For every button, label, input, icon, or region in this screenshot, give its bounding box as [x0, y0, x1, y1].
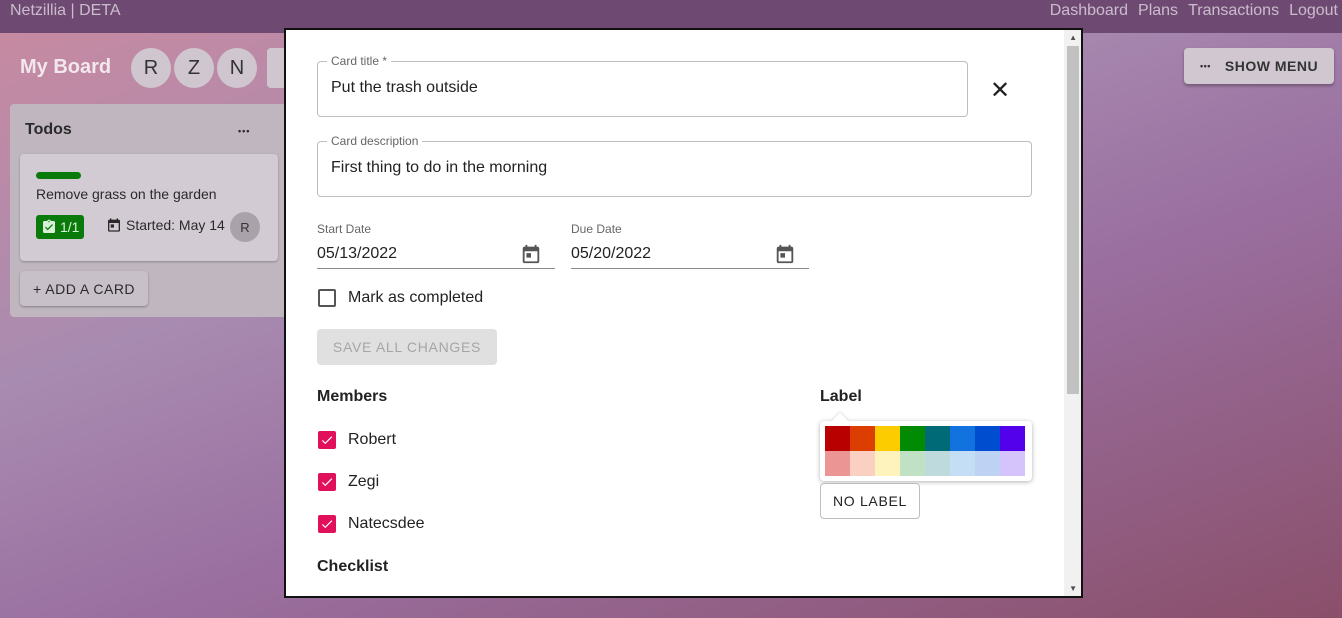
member-avatar[interactable]: R [131, 48, 171, 88]
strong-color-swatch-2[interactable] [875, 426, 900, 451]
brand-name[interactable]: Netzillia | DETA [10, 2, 121, 20]
light-color-swatch-4[interactable] [925, 451, 950, 476]
strong-color-swatch-1[interactable] [850, 426, 875, 451]
member-row[interactable]: Zegi [318, 473, 379, 491]
scroll-up-arrow-icon[interactable]: ▲ [1069, 33, 1077, 42]
card[interactable]: Remove grass on the garden 1/1 Started: … [20, 154, 278, 261]
card-title-input[interactable]: Put the trash outside [331, 79, 478, 97]
save-all-changes-button[interactable]: SAVE ALL CHANGES [317, 329, 497, 365]
list-title: Todos [25, 121, 72, 138]
strong-color-swatch-6[interactable] [975, 426, 1000, 451]
start-date-field[interactable]: 05/13/2022 [317, 239, 555, 269]
due-date-value[interactable]: 05/20/2022 [571, 245, 651, 263]
due-date-label: Due Date [571, 222, 622, 236]
nav-dashboard[interactable]: Dashboard [1050, 2, 1128, 20]
light-color-swatch-6[interactable] [975, 451, 1000, 476]
member-row[interactable]: Robert [318, 431, 396, 449]
strong-color-swatch-5[interactable] [950, 426, 975, 451]
card-description-legend: Card description [327, 134, 423, 148]
member-checkbox-natecsdee[interactable] [318, 515, 336, 533]
mark-completed-label: Mark as completed [348, 289, 484, 306]
light-color-swatch-5[interactable] [950, 451, 975, 476]
member-avatar[interactable]: N [217, 48, 257, 88]
due-date-field[interactable]: 05/20/2022 [571, 239, 809, 269]
checklist-badge: 1/1 [36, 215, 85, 239]
light-color-swatch-7[interactable] [1000, 451, 1025, 476]
mark-completed-checkbox[interactable] [318, 289, 336, 307]
start-date-value[interactable]: 05/13/2022 [317, 245, 397, 263]
strong-colors-row [825, 426, 1027, 451]
light-colors-row [825, 451, 1027, 476]
strong-color-swatch-4[interactable] [925, 426, 950, 451]
member-row[interactable]: Natecsdee [318, 515, 425, 533]
card-title-legend: Card title * [327, 54, 392, 68]
board-title: My Board [20, 56, 112, 78]
main-nav: Dashboard Plans Transactions Logout [1050, 2, 1338, 20]
add-card-button[interactable]: + ADD A CARD [20, 271, 148, 306]
checkmark-icon [321, 436, 333, 445]
card-title-field[interactable]: Card title * Put the trash outside [317, 54, 968, 117]
checklist-heading: Checklist [317, 558, 389, 575]
close-icon[interactable]: ✕ [990, 76, 1010, 105]
member-name: Natecsdee [348, 515, 425, 532]
started-text: Started: May 14 [126, 217, 225, 233]
calendar-icon[interactable] [520, 243, 542, 265]
card-edit-dialog: ▲ ▼ Card title * Put the trash outside ✕… [284, 28, 1083, 598]
checklist-count: 1/1 [60, 219, 80, 235]
card-label-bar [36, 172, 81, 179]
members-heading: Members [317, 388, 388, 405]
list-todos: Todos ••• Remove grass on the garden 1/1… [10, 104, 290, 317]
light-color-swatch-0[interactable] [825, 451, 850, 476]
more-dots-icon: ••• [1199, 61, 1211, 71]
card-title: Remove grass on the garden [36, 186, 217, 202]
label-heading: Label [820, 388, 862, 405]
card-description-input[interactable]: First thing to do in the morning [331, 159, 547, 177]
label-color-picker [820, 421, 1032, 481]
member-avatar[interactable]: Z [174, 48, 214, 88]
no-label-button[interactable]: NO LABEL [820, 483, 920, 519]
calendar-icon [108, 218, 120, 232]
member-checkbox-robert[interactable] [318, 431, 336, 449]
nav-transactions[interactable]: Transactions [1188, 2, 1279, 20]
card-description-field[interactable]: Card description First thing to do in th… [317, 134, 1032, 197]
card-member-avatar: R [230, 212, 260, 242]
checkmark-icon [321, 478, 333, 487]
started-date: Started: May 14 [106, 217, 225, 233]
member-name: Zegi [348, 473, 380, 490]
strong-color-swatch-0[interactable] [825, 426, 850, 451]
strong-color-swatch-7[interactable] [1000, 426, 1025, 451]
list-menu-icon[interactable]: ••• [238, 126, 250, 136]
show-menu-button[interactable]: ••• SHOW MENU [1184, 48, 1334, 84]
member-checkbox-zegi[interactable] [318, 473, 336, 491]
nav-logout[interactable]: Logout [1289, 2, 1338, 20]
show-menu-label: SHOW MENU [1224, 58, 1319, 74]
nav-plans[interactable]: Plans [1138, 2, 1178, 20]
board-members: R Z N [131, 48, 257, 88]
member-name: Robert [348, 431, 397, 448]
strong-color-swatch-3[interactable] [900, 426, 925, 451]
dialog-scrollbar[interactable]: ▲ ▼ [1064, 30, 1081, 596]
light-color-swatch-2[interactable] [875, 451, 900, 476]
mark-completed-row[interactable]: Mark as completed [318, 289, 483, 307]
checklist-icon [43, 219, 55, 233]
start-date-label: Start Date [317, 222, 372, 236]
scrollbar-thumb[interactable] [1067, 46, 1079, 394]
light-color-swatch-1[interactable] [850, 451, 875, 476]
checkmark-icon [321, 520, 333, 529]
light-color-swatch-3[interactable] [900, 451, 925, 476]
calendar-icon[interactable] [774, 243, 796, 265]
scroll-down-arrow-icon[interactable]: ▼ [1069, 584, 1077, 593]
